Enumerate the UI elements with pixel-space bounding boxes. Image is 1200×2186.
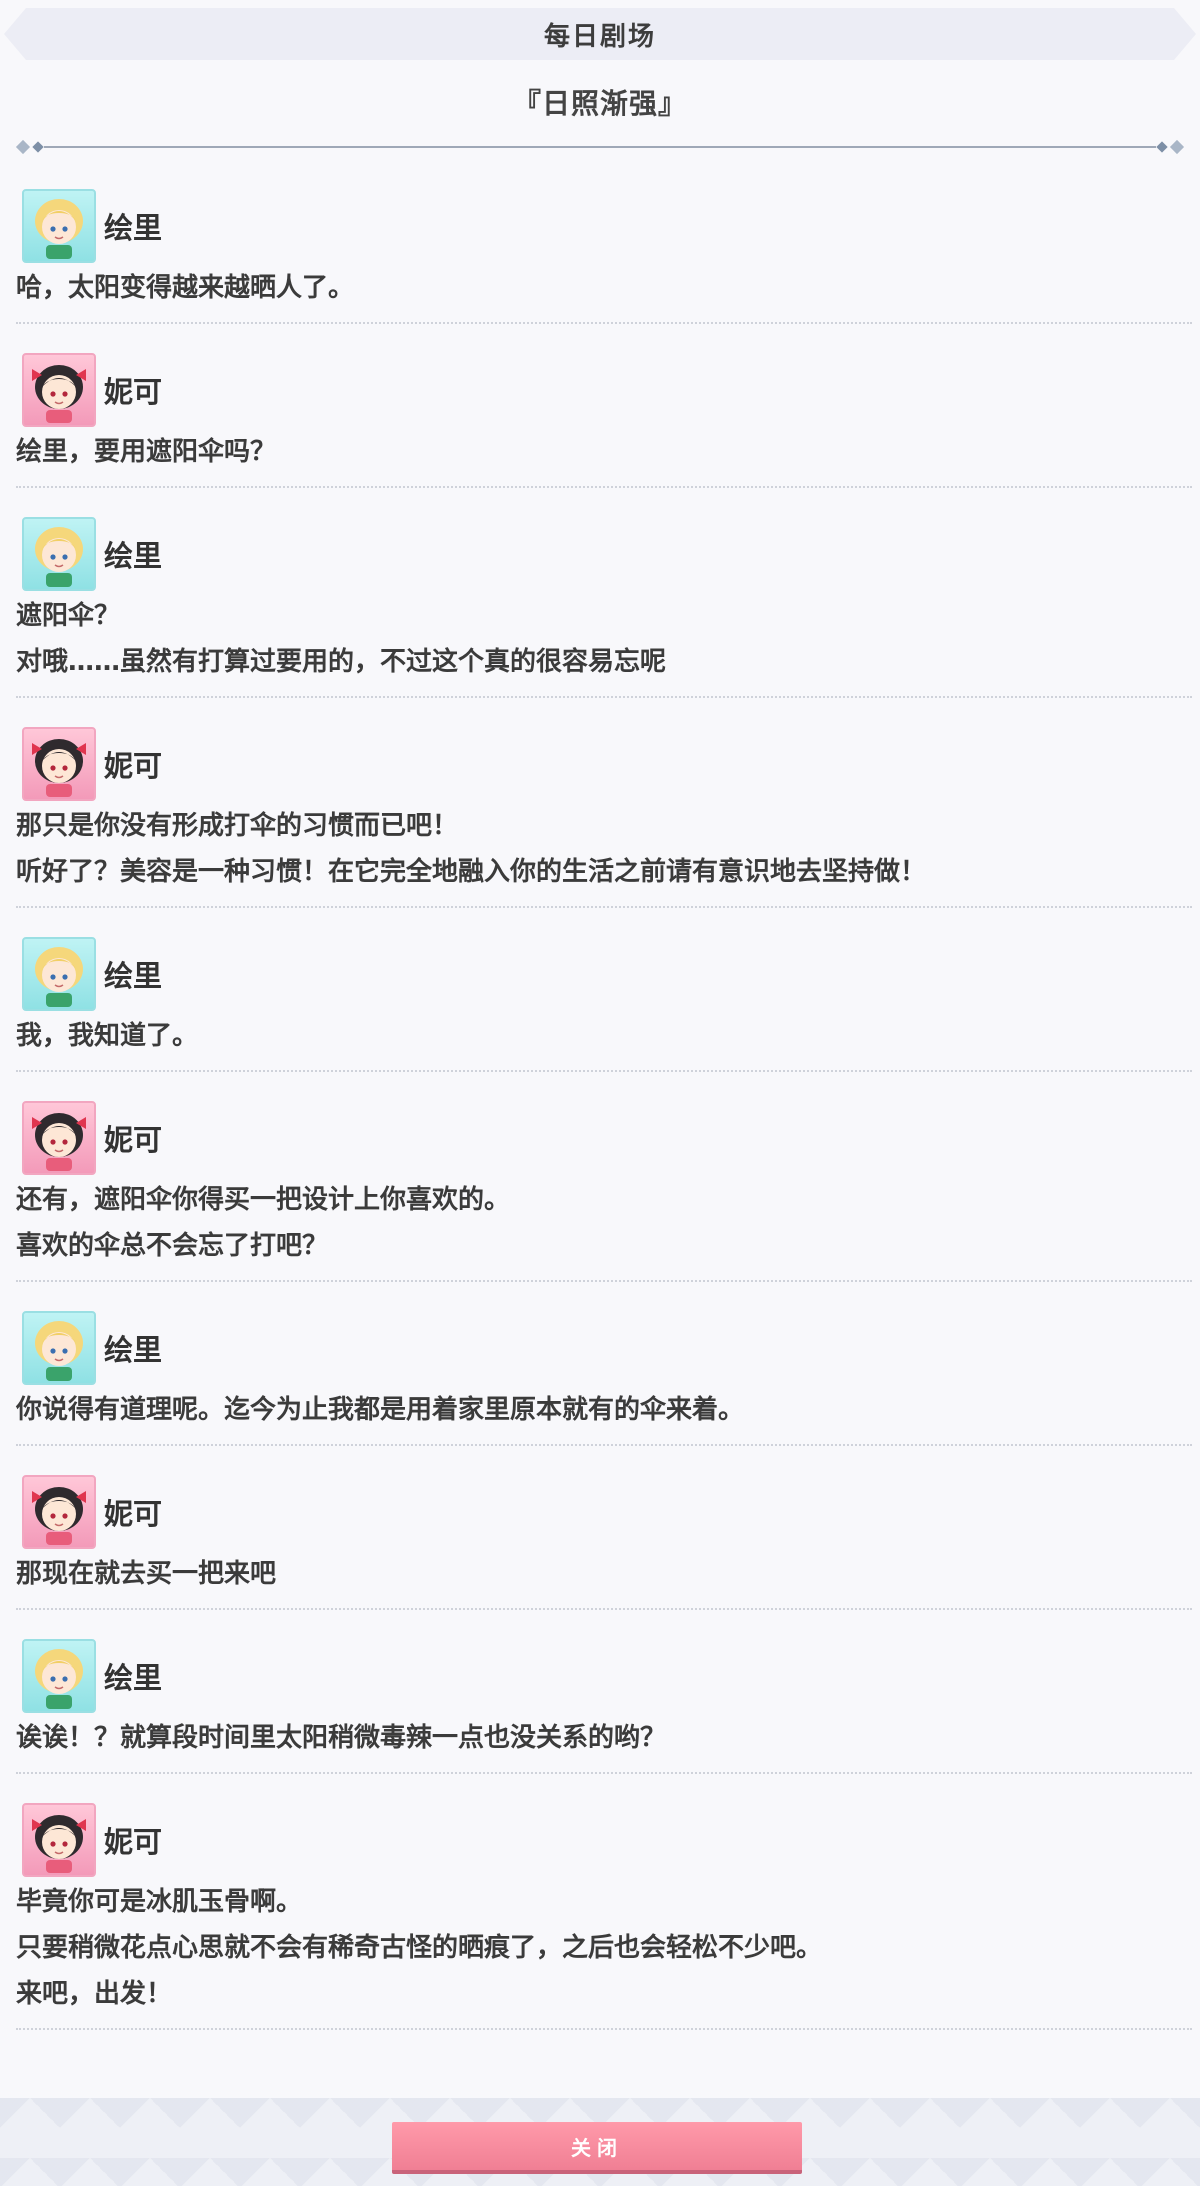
divider-diamond-icon (15, 139, 31, 155)
eli-avatar (22, 1311, 96, 1385)
dialogue-line: 听好了？美容是一种习惯！在它完全地融入你的生活之前请有意识地去坚持做！ (16, 857, 927, 887)
episode-title: 『日照渐强』 (512, 87, 687, 120)
speaker-row: 妮可 (16, 1473, 1192, 1551)
speaker-row: 妮可 (16, 1099, 1192, 1177)
speaker-name: 绘里 (104, 1661, 163, 1695)
footer-bar: 关闭 (0, 2098, 1200, 2186)
nico-avatar (22, 1101, 96, 1175)
eli-avatar (22, 1639, 96, 1713)
dialogue-entry: 绘里我，我知道了。 (16, 908, 1192, 1072)
speaker-row: 绘里 (16, 187, 1192, 265)
speaker-row: 妮可 (16, 1801, 1192, 1879)
dialogue-line: 还有，遮阳伞你得买一把设计上你喜欢的。 (16, 1185, 511, 1215)
header-title: 每日剧场 (543, 21, 656, 52)
eli-avatar (22, 517, 96, 591)
dialogue-line: 遮阳伞？ (16, 601, 121, 631)
dialogue-entry: 绘里诶诶！？就算段时间里太阳稍微毒辣一点也没关系的哟？ (16, 1610, 1192, 1774)
speaker-name: 妮可 (104, 749, 163, 783)
dialogue-entry: 妮可还有，遮阳伞你得买一把设计上你喜欢的。 喜欢的伞总不会忘了打吧？ (16, 1072, 1192, 1282)
speaker-name: 绘里 (104, 539, 163, 573)
title-divider (15, 139, 1185, 155)
speaker-row: 绘里 (16, 1309, 1192, 1387)
dialogue-line: 毕竟你可是冰肌玉骨啊。 (16, 1887, 303, 1917)
dialogue-entry: 绘里你说得有道理呢。迄今为止我都是用着家里原本就有的伞来着。 (16, 1282, 1192, 1446)
speaker-name: 绘里 (104, 211, 163, 245)
dialogue-entry: 绘里哈，太阳变得越来越晒人了。 (16, 160, 1192, 324)
dialogue-line: 只要稍微花点心思就不会有稀奇古怪的晒痕了，之后也会轻松不少吧。 (16, 1933, 823, 1963)
speaker-row: 绘里 (16, 935, 1192, 1013)
dialogue-line: 哈，太阳变得越来越晒人了。 (16, 273, 355, 303)
dialogue-line: 那只是你没有形成打伞的习惯而已吧！ (16, 811, 459, 841)
divider-diamond-icon (32, 141, 44, 153)
divider-diamond-icon (1169, 139, 1185, 155)
speaker-row: 绘里 (16, 515, 1192, 593)
eli-avatar (22, 189, 96, 263)
speaker-row: 妮可 (16, 725, 1192, 803)
divider-line (44, 146, 1156, 148)
dialogue-entry: 妮可那现在就去买一把来吧 (16, 1446, 1192, 1610)
dialogue-line: 那现在就去买一把来吧 (16, 1559, 277, 1589)
dialogue-line: 绘里，要用遮阳伞吗？ (16, 437, 277, 467)
speaker-name: 妮可 (104, 375, 163, 409)
speaker-name: 绘里 (104, 959, 163, 993)
nico-avatar (22, 727, 96, 801)
nico-avatar (22, 353, 96, 427)
speaker-name: 绘里 (104, 1333, 163, 1367)
nico-avatar (22, 1803, 96, 1877)
speaker-name: 妮可 (104, 1825, 163, 1859)
dialogue-entry: 妮可那只是你没有形成打伞的习惯而已吧！ 听好了？美容是一种习惯！在它完全地融入你的… (16, 698, 1192, 908)
divider-diamond-icon (1156, 141, 1168, 153)
speaker-name: 妮可 (104, 1497, 163, 1531)
dialogue-line: 来吧，出发！ (16, 1979, 173, 2009)
eli-avatar (22, 937, 96, 1011)
speaker-row: 妮可 (16, 351, 1192, 429)
speaker-row: 绘里 (16, 1637, 1192, 1715)
dialogue-entry: 妮可毕竟你可是冰肌玉骨啊。只要稍微花点心思就不会有稀奇古怪的晒痕了，之后也会轻松… (16, 1774, 1192, 2030)
dialogue-line: 喜欢的伞总不会忘了打吧？ (16, 1231, 329, 1261)
dialogue-entry: 妮可绘里，要用遮阳伞吗？ (16, 324, 1192, 488)
dialogue-entry: 绘里遮阳伞？ 对哦……虽然有打算过要用的，不过这个真的很容易忘呢 (16, 488, 1192, 698)
speaker-name: 妮可 (104, 1123, 163, 1157)
nico-avatar (22, 1475, 96, 1549)
close-button[interactable]: 关闭 (392, 2122, 802, 2174)
header-bar: 每日剧场 (4, 8, 1196, 60)
dialogue-line: 我，我知道了。 (16, 1021, 199, 1051)
dialogue-line: 诶诶！？就算段时间里太阳稍微毒辣一点也没关系的哟？ (16, 1723, 667, 1753)
dialogue-line: 对哦……虽然有打算过要用的，不过这个真的很容易忘呢 (16, 647, 667, 677)
dialogue-list[interactable]: 绘里 哈，太阳变得越来越晒人了。 妮可 绘里，要用遮阳伞吗？ 绘里 遮阳伞？ 对哦……虽然有… (0, 160, 1200, 2030)
dialogue-line: 你说得有道理呢。迄今为止我都是用着家里原本就有的伞来着。 (16, 1395, 745, 1425)
